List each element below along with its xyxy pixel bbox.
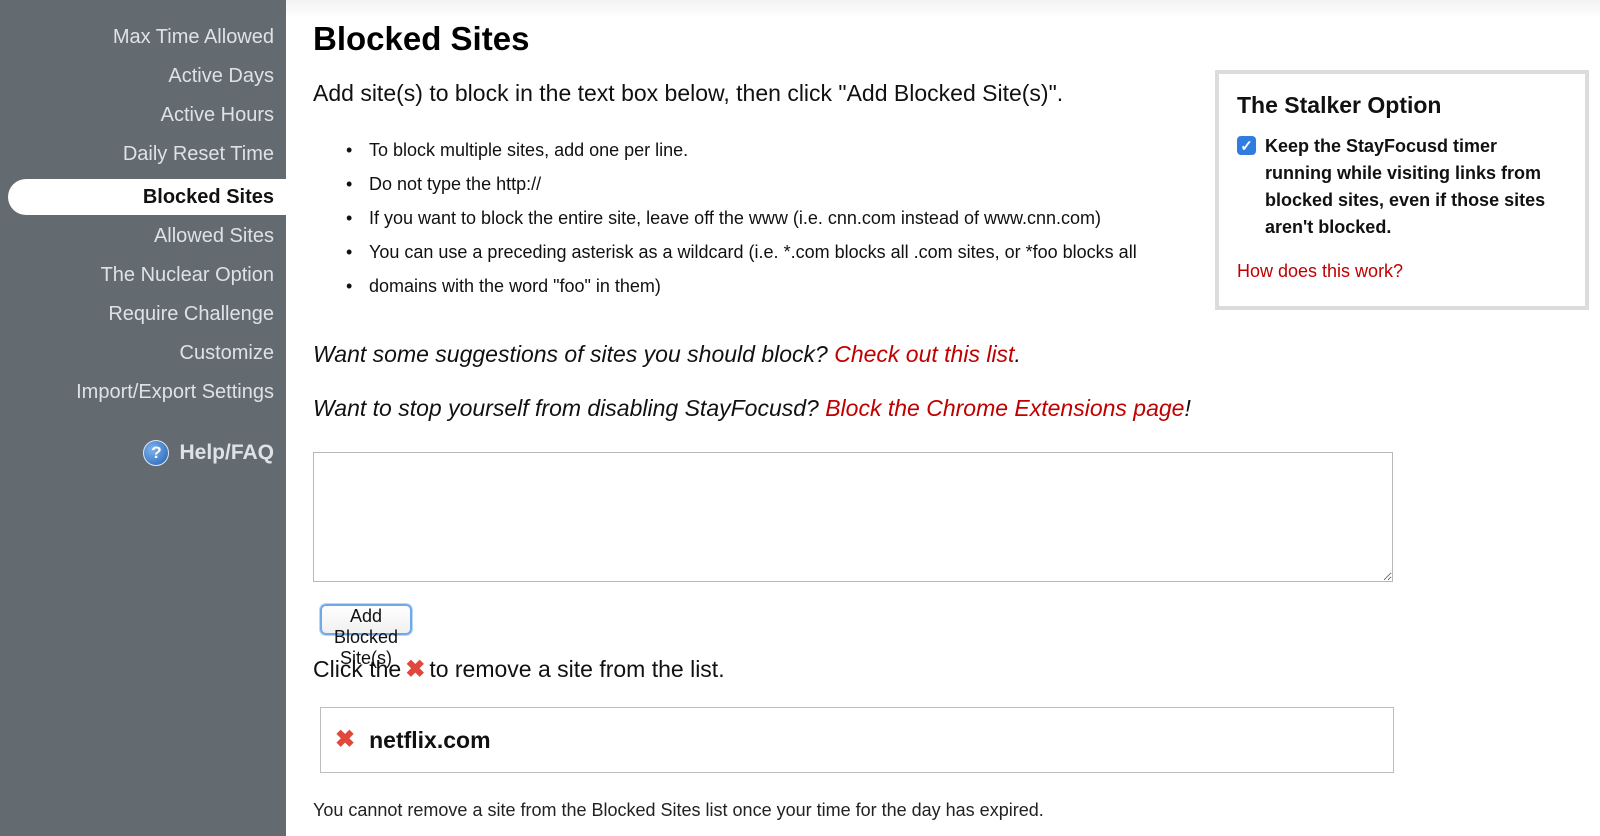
help-faq-label: Help/FAQ <box>179 441 274 464</box>
sidebar: Max Time Allowed Active Days Active Hour… <box>0 0 286 836</box>
stalker-title: The Stalker Option <box>1237 92 1442 118</box>
tips-list: To block multiple sites, add one per lin… <box>313 133 1137 303</box>
sidebar-item-customize[interactable]: Customize <box>180 342 274 365</box>
remove-hint-suffix: to remove a site from the list. <box>429 656 725 682</box>
footnote: You cannot remove a site from the Blocke… <box>313 800 1044 820</box>
how-does-this-work-link[interactable]: How does this work? <box>1237 261 1567 282</box>
stalker-checkbox-row: ✓ Keep the StayFocusd timer running whil… <box>1237 133 1567 241</box>
suggestions-text: Want some suggestions of sites you shoul… <box>313 341 828 367</box>
sidebar-item-active-days[interactable]: Active Days <box>168 65 274 88</box>
suggestions-suffix: . <box>1014 341 1021 367</box>
sidebar-item-nuclear-option[interactable]: The Nuclear Option <box>101 264 274 287</box>
checkmark-icon: ✓ <box>1240 137 1253 155</box>
site-name: netflix.com <box>369 726 491 753</box>
help-faq-link[interactable]: ? Help/FAQ <box>143 440 274 466</box>
remove-x-icon: ✖ <box>405 655 426 683</box>
question-circle-icon: ? <box>143 440 170 466</box>
remove-hint: Click the ✖ to remove a site from the li… <box>313 656 725 683</box>
list-item: You can use a preceding asterisk as a wi… <box>313 235 1137 269</box>
list-item: To block multiple sites, add one per lin… <box>313 133 1137 167</box>
stalker-description: Keep the StayFocusd timer running while … <box>1265 136 1546 237</box>
list-item: ✖ netflix.com <box>321 727 491 754</box>
sidebar-item-max-time-allowed[interactable]: Max Time Allowed <box>113 26 274 49</box>
extensions-line: Want to stop yourself from disabling Sta… <box>313 395 1191 422</box>
list-item: Do not type the http:// <box>313 167 1137 201</box>
stalker-checkbox[interactable]: ✓ <box>1237 136 1256 155</box>
sites-textarea[interactable] <box>313 452 1393 582</box>
extensions-text: Want to stop yourself from disabling Sta… <box>313 395 819 421</box>
page-title: Blocked Sites <box>313 20 530 57</box>
add-blocked-sites-button[interactable]: Add Blocked Site(s) <box>320 604 413 668</box>
remove-site-icon[interactable]: ✖ <box>335 728 355 752</box>
remove-hint-prefix: Click the <box>313 656 402 682</box>
sidebar-item-daily-reset-time[interactable]: Daily Reset Time <box>123 143 274 166</box>
sidebar-item-blocked-sites[interactable]: Blocked Sites <box>143 186 274 209</box>
block-extensions-link[interactable]: Block the Chrome Extensions page <box>825 395 1184 421</box>
stalker-option-panel: The Stalker Option ✓ Keep the StayFocusd… <box>1215 70 1589 310</box>
sidebar-item-allowed-sites[interactable]: Allowed Sites <box>154 225 274 248</box>
sidebar-item-active-hours[interactable]: Active Hours <box>161 104 274 127</box>
sidebar-item-require-challenge[interactable]: Require Challenge <box>108 303 274 326</box>
extensions-suffix: ! <box>1184 395 1191 421</box>
suggestions-link[interactable]: Check out this list <box>834 341 1014 367</box>
suggestions-line: Want some suggestions of sites you shoul… <box>313 341 1021 368</box>
sidebar-item-import-export[interactable]: Import/Export Settings <box>76 381 274 404</box>
blocked-sites-list: ✖ netflix.com <box>320 707 1394 773</box>
list-item-continued: domains with the word "foo" in them) <box>313 269 1137 303</box>
list-item: If you want to block the entire site, le… <box>313 201 1137 235</box>
intro-text: Add site(s) to block in the text box bel… <box>313 80 1064 106</box>
top-fade <box>286 0 1600 18</box>
